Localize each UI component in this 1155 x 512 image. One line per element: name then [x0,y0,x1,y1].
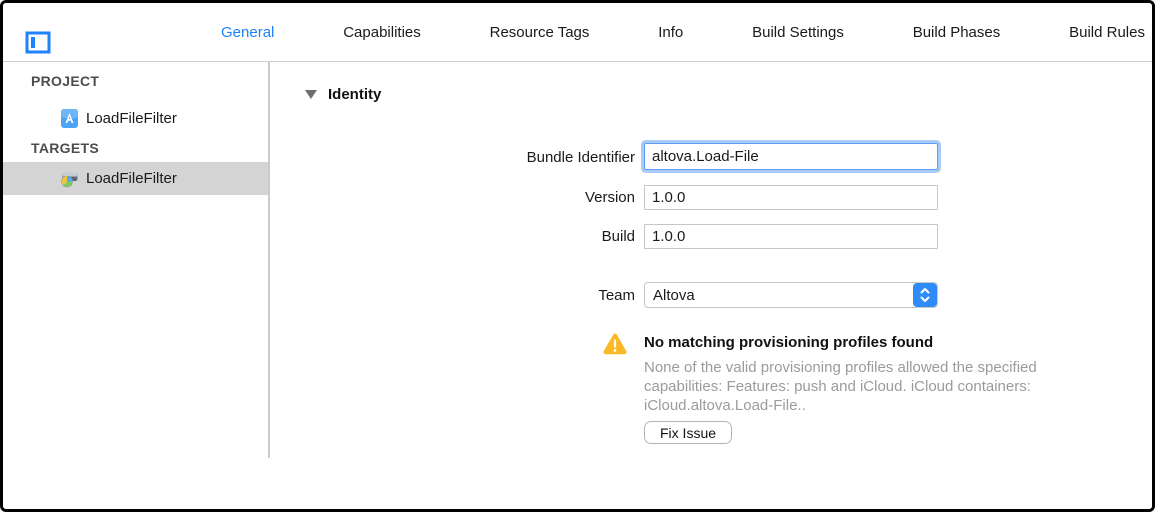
disclosure-triangle-icon [305,90,317,99]
build-label: Build [302,228,635,245]
tab-build-rules[interactable]: Build Rules [1069,24,1145,41]
warning-triangle-icon [603,333,627,355]
tab-build-settings[interactable]: Build Settings [752,24,844,41]
section-title: Identity [328,86,381,103]
sidebar-item-target-loadfilefilter[interactable]: LoadFileFilter [3,162,268,195]
team-dropdown-value: Altova [645,287,913,304]
version-label: Version [302,189,635,206]
targets-section-header: TARGETS [31,140,99,156]
app-extension-target-icon [60,169,79,188]
project-document-icon [60,109,79,128]
bundle-identifier-input[interactable] [644,143,938,170]
project-targets-sidebar: PROJECT LoadFileFilter TARGETS [3,62,268,458]
identity-section-header[interactable]: Identity [305,86,381,103]
editor-tab-bar: General Capabilities Resource Tags Info … [3,3,1152,61]
sidebar-toggle-icon [25,30,51,56]
dropdown-stepper-icon [913,283,937,307]
warning-description: None of the valid provisioning profiles … [644,358,1114,415]
general-settings-pane: Identity Bundle Identifier Version Build… [270,62,1155,512]
tab-info[interactable]: Info [658,24,683,41]
editor-tabs: General Capabilities Resource Tags Info … [221,3,1145,61]
team-label: Team [302,287,635,304]
bundle-identifier-label: Bundle Identifier [302,149,635,166]
team-dropdown[interactable]: Altova [644,282,938,308]
version-input[interactable] [644,185,938,210]
build-input[interactable] [644,224,938,249]
tab-resource-tags[interactable]: Resource Tags [490,24,590,41]
project-section-header: PROJECT [31,73,99,89]
sidebar-item-label: LoadFileFilter [86,110,177,127]
sidebar-item-label: LoadFileFilter [86,170,177,187]
tab-build-phases[interactable]: Build Phases [913,24,1001,41]
show-navigator-toggle[interactable] [25,30,51,56]
sidebar-item-project-loadfilefilter[interactable]: LoadFileFilter [3,102,268,135]
fix-issue-button[interactable]: Fix Issue [644,421,732,444]
tab-general[interactable]: General [221,24,274,41]
warning-title: No matching provisioning profiles found [644,334,933,351]
xcode-project-editor-window: General Capabilities Resource Tags Info … [0,0,1155,512]
tab-capabilities[interactable]: Capabilities [343,24,421,41]
